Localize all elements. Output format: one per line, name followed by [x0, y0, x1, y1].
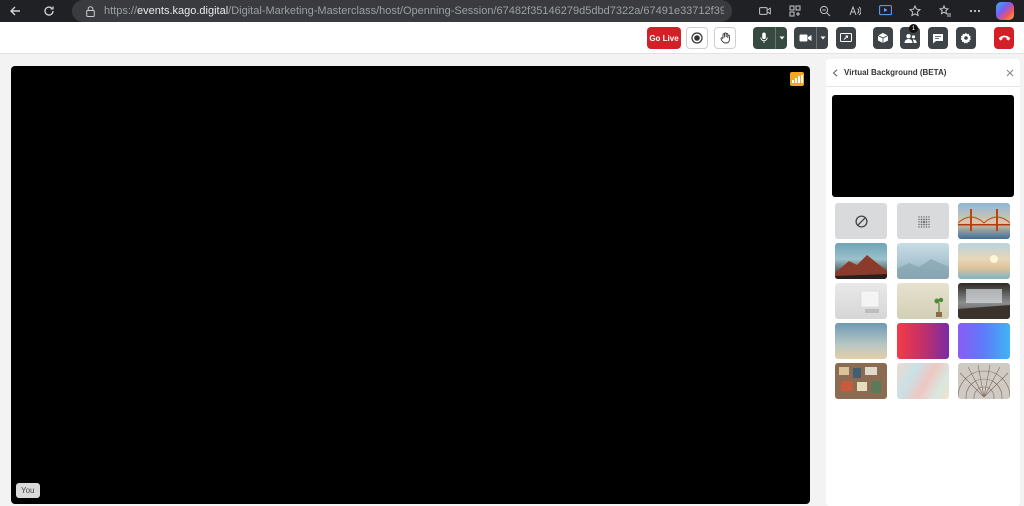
- background-option-misty-mountains[interactable]: [897, 243, 949, 279]
- url-path: /Digital-Marketing-Masterclass/host/Open…: [228, 5, 724, 17]
- background-option-purple-blue-gradient[interactable]: [958, 323, 1010, 359]
- people-icon: [904, 33, 917, 43]
- background-option-none[interactable]: [835, 203, 887, 239]
- background-option-red-purple-gradient[interactable]: [897, 323, 949, 359]
- copilot-icon[interactable]: [992, 0, 1018, 22]
- microphone-options-dropdown[interactable]: [775, 27, 787, 49]
- chevron-down-icon: [820, 36, 825, 40]
- media-control-icon[interactable]: [872, 0, 898, 22]
- camera-icon: [799, 34, 812, 42]
- cube-icon: [877, 33, 889, 43]
- raise-hand-button[interactable]: [714, 27, 736, 49]
- url-host: events.kago.digital: [137, 5, 229, 17]
- background-option-white-room[interactable]: [835, 283, 887, 319]
- participants-button[interactable]: 1: [900, 24, 920, 49]
- background-option-mandala-pattern[interactable]: [958, 363, 1010, 399]
- lock-icon: [84, 5, 96, 17]
- microphone-button[interactable]: [753, 27, 787, 49]
- read-aloud-icon[interactable]: [842, 0, 868, 22]
- back-arrow-icon[interactable]: [4, 0, 26, 22]
- virtual-background-panel: Virtual Background (BETA): [826, 59, 1020, 506]
- screen-share-icon: [840, 33, 852, 42]
- panel-title: Virtual Background (BETA): [844, 68, 947, 77]
- settings-button[interactable]: [956, 27, 976, 49]
- address-bar[interactable]: https://events.kago.digital/Digital-Mark…: [72, 0, 732, 22]
- screen-share-button[interactable]: [836, 27, 856, 49]
- zoom-icon[interactable]: [812, 0, 838, 22]
- microphone-icon: [760, 32, 768, 43]
- background-option-golden-gate-bridge[interactable]: [958, 203, 1010, 239]
- close-icon[interactable]: [1006, 64, 1014, 82]
- url-text: https://events.kago.digital/Digital-Mark…: [104, 5, 724, 17]
- browser-toolbar: https://events.kago.digital/Digital-Mark…: [0, 0, 1024, 22]
- self-name-tag: You: [16, 483, 40, 498]
- chevron-down-icon: [779, 36, 784, 40]
- leave-call-button[interactable]: [994, 27, 1014, 49]
- go-live-button[interactable]: Go Live: [647, 27, 681, 49]
- chat-icon: [933, 33, 943, 43]
- gear-icon: [960, 32, 971, 44]
- video-stage: You: [11, 66, 810, 504]
- background-preview: [832, 95, 1014, 197]
- chat-button[interactable]: [928, 27, 948, 49]
- background-option-sunset-beach[interactable]: [958, 243, 1010, 279]
- favorites-list-icon[interactable]: [932, 0, 958, 22]
- app-install-icon[interactable]: [782, 0, 808, 22]
- meeting-main-area: You Virtual Background (BETA): [0, 54, 1024, 506]
- hang-up-icon: [998, 35, 1010, 41]
- background-option-blur[interactable]: [897, 203, 949, 239]
- signal-strength-icon: [790, 72, 804, 86]
- more-options-icon[interactable]: [962, 0, 988, 22]
- panel-header: Virtual Background (BETA): [826, 59, 1020, 87]
- no-background-icon: [854, 214, 868, 228]
- background-option-red-mountains[interactable]: [835, 243, 887, 279]
- background-option-shelf-wall[interactable]: [835, 363, 887, 399]
- chevron-left-icon[interactable]: [832, 64, 838, 82]
- browser-actions: [752, 0, 1018, 22]
- blur-icon: [917, 215, 930, 228]
- background-option-sky-gradient[interactable]: [835, 323, 887, 359]
- favorite-star-icon[interactable]: [902, 0, 928, 22]
- camera-permission-icon[interactable]: [752, 0, 778, 22]
- url-scheme: https://: [104, 5, 138, 17]
- background-option-pastel-abstract[interactable]: [897, 363, 949, 399]
- background-option-dark-office[interactable]: [958, 283, 1010, 319]
- camera-button[interactable]: [794, 27, 828, 49]
- camera-options-dropdown[interactable]: [816, 27, 828, 49]
- breakout-rooms-button[interactable]: [873, 27, 893, 49]
- meeting-toolbar: Go Live 1: [0, 22, 1024, 54]
- record-icon: [691, 32, 703, 44]
- background-option-plant-wall[interactable]: [897, 283, 949, 319]
- hand-icon: [720, 32, 730, 44]
- refresh-icon[interactable]: [38, 0, 60, 22]
- participants-count-badge: 1: [909, 24, 918, 33]
- record-button[interactable]: [686, 27, 708, 49]
